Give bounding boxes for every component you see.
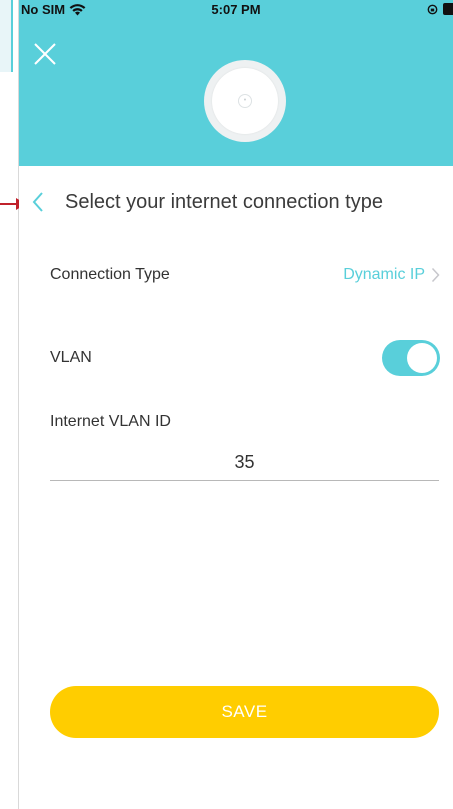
status-time: 5:07 PM [211, 2, 261, 17]
ceiling-access-point-icon: • [212, 68, 278, 134]
vlan-label: VLAN [50, 349, 92, 366]
save-button[interactable]: SAVE [50, 686, 439, 738]
phone-screen: No SIM 5:07 PM • Select your internet co… [19, 0, 453, 809]
connection-type-row[interactable]: Connection Type Dynamic IP [50, 262, 440, 288]
vlan-id-input[interactable] [50, 444, 439, 481]
connection-type-value: Dynamic IP [343, 266, 425, 283]
vlan-toggle-knob[interactable] [407, 343, 437, 373]
connection-type-selector[interactable]: Dynamic IP [343, 266, 440, 284]
chevron-left-icon[interactable] [31, 191, 45, 213]
vlan-toggle[interactable] [382, 340, 440, 376]
title-row: Select your internet connection type [19, 180, 453, 224]
orientation-lock-icon [427, 4, 438, 14]
background-screen-strip [0, 0, 19, 809]
vlan-row: VLAN [50, 340, 440, 376]
vlan-id-label: Internet VLAN ID [50, 413, 171, 430]
page-title: Select your internet connection type [65, 190, 383, 213]
close-icon[interactable] [31, 40, 59, 68]
background-tile [0, 0, 11, 72]
background-tile-edge [11, 0, 13, 72]
header-banner: No SIM 5:07 PM • [19, 0, 453, 166]
connection-type-label: Connection Type [50, 266, 170, 283]
status-bar: No SIM 5:07 PM [19, 0, 453, 20]
status-right [427, 3, 453, 15]
device-logo-mark: • [238, 94, 252, 108]
battery-icon [443, 3, 453, 15]
device-avatar: • [204, 60, 286, 142]
chevron-right-icon [431, 267, 440, 283]
